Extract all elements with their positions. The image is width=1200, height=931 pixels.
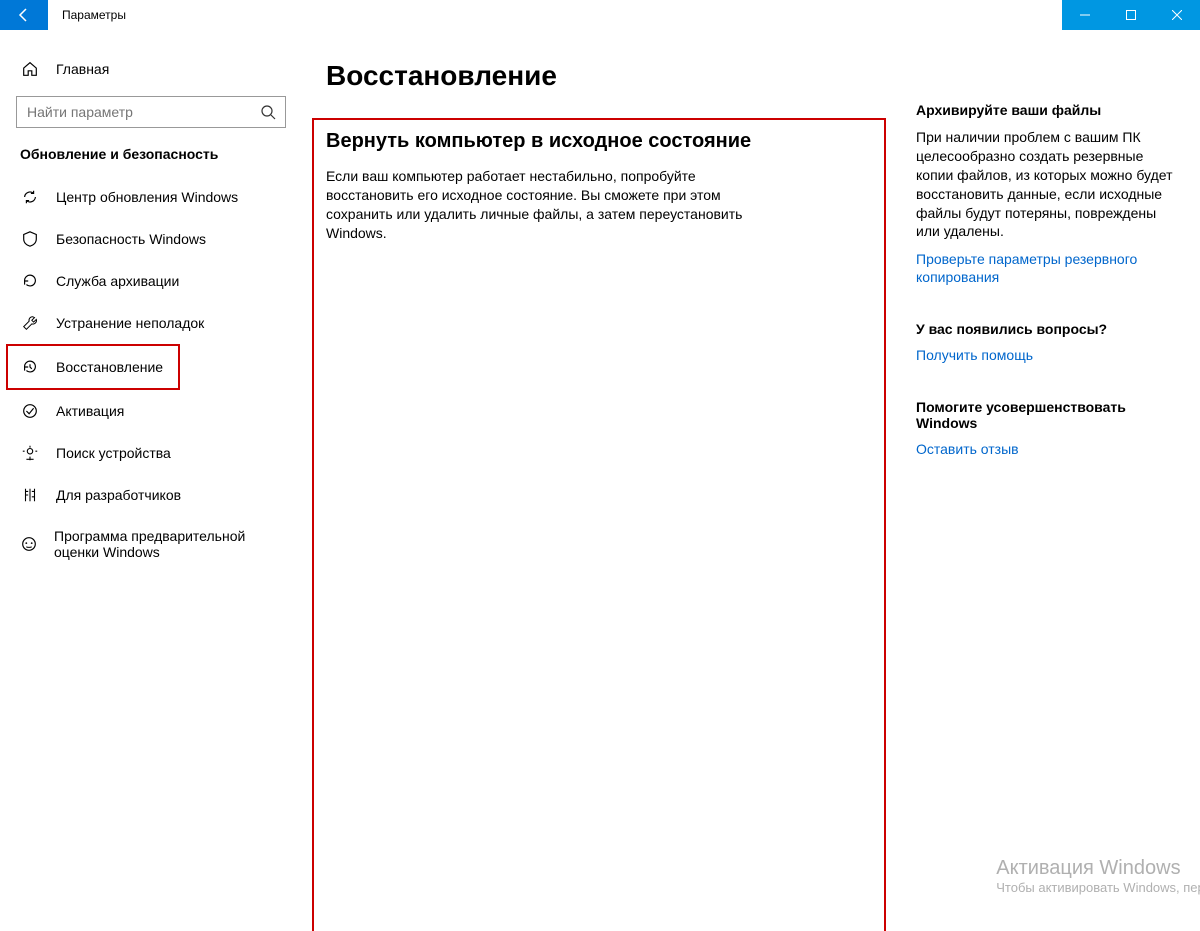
backup-tip-heading: Архивируйте ваши файлы [916, 102, 1176, 118]
sidebar-section-title: Обновление и безопасность [12, 146, 290, 176]
search-input-container[interactable] [16, 96, 286, 128]
reset-description: Если ваш компьютер работает нестабильно,… [326, 167, 766, 931]
get-help-link[interactable]: Получить помощь [916, 347, 1033, 363]
sidebar-item-recovery[interactable]: Восстановление [6, 344, 180, 390]
minimize-button[interactable] [1062, 0, 1108, 30]
question-heading: У вас появились вопросы? [916, 321, 1176, 337]
page-title: Восстановление [326, 60, 886, 92]
backup-icon [20, 272, 40, 290]
reset-pc-section: Вернуть компьютер в исходное состояние Е… [312, 118, 886, 931]
watermark-subtitle: Чтобы активировать Windows, пере [996, 880, 1200, 895]
close-button[interactable] [1154, 0, 1200, 30]
sidebar-item-troubleshoot[interactable]: Устранение неполадок [12, 302, 290, 344]
sidebar-item-windows-update[interactable]: Центр обновления Windows [12, 176, 290, 218]
shield-icon [20, 230, 40, 248]
feedback-link[interactable]: Оставить отзыв [916, 441, 1019, 457]
history-icon [20, 358, 40, 376]
question-block: У вас появились вопросы? Получить помощь [916, 321, 1176, 365]
search-input[interactable] [27, 104, 259, 120]
insider-icon [20, 535, 38, 553]
activation-watermark: Активация Windows Чтобы активировать Win… [996, 857, 1200, 895]
sidebar-item-backup[interactable]: Служба архивации [12, 260, 290, 302]
wrench-icon [20, 314, 40, 332]
sidebar-nav: Центр обновления Windows Безопасность Wi… [12, 176, 290, 572]
sidebar-item-activation[interactable]: Активация [12, 390, 290, 432]
right-panel: Архивируйте ваши файлы При наличии пробл… [916, 60, 1176, 931]
check-circle-icon [20, 402, 40, 420]
sidebar-item-label: Служба архивации [56, 273, 179, 289]
arrow-left-icon [16, 7, 32, 23]
sidebar-item-label: Программа предварительной оценки Windows [54, 528, 282, 560]
sidebar-home-label: Главная [56, 61, 109, 77]
developer-icon [20, 486, 40, 504]
sidebar-item-label: Центр обновления Windows [56, 189, 238, 205]
search-icon [259, 104, 277, 120]
main: Восстановление Вернуть компьютер в исход… [302, 30, 1200, 931]
sidebar-item-label: Для разработчиков [56, 487, 181, 503]
sidebar-home[interactable]: Главная [12, 50, 290, 88]
sidebar-item-insider[interactable]: Программа предварительной оценки Windows [12, 516, 290, 572]
backup-settings-link[interactable]: Проверьте параметры резервного копирован… [916, 251, 1137, 285]
sidebar-item-label: Восстановление [56, 359, 163, 375]
titlebar: Параметры [0, 0, 1200, 30]
sidebar-item-label: Безопасность Windows [56, 231, 206, 247]
sync-icon [20, 188, 40, 206]
sidebar-item-find-device[interactable]: Поиск устройства [12, 432, 290, 474]
window-controls [1062, 0, 1200, 30]
content: Восстановление Вернуть компьютер в исход… [326, 60, 886, 931]
watermark-title: Активация Windows [996, 857, 1200, 880]
maximize-button[interactable] [1108, 0, 1154, 30]
sidebar-item-label: Активация [56, 403, 124, 419]
reset-heading: Вернуть компьютер в исходное состояние [326, 130, 870, 153]
feedback-heading: Помогите усовершенствовать Windows [916, 399, 1176, 431]
sidebar: Главная Обновление и безопасность Центр … [0, 30, 302, 931]
location-icon [20, 444, 40, 462]
feedback-block: Помогите усовершенствовать Windows Остав… [916, 399, 1176, 459]
back-button[interactable] [0, 0, 48, 30]
maximize-icon [1126, 10, 1136, 20]
close-icon [1172, 10, 1182, 20]
home-icon [20, 60, 40, 78]
sidebar-item-security[interactable]: Безопасность Windows [12, 218, 290, 260]
sidebar-item-label: Устранение неполадок [56, 315, 204, 331]
sidebar-item-label: Поиск устройства [56, 445, 171, 461]
minimize-icon [1080, 10, 1090, 20]
window-title: Параметры [48, 0, 126, 30]
sidebar-item-developers[interactable]: Для разработчиков [12, 474, 290, 516]
backup-tip-block: Архивируйте ваши файлы При наличии пробл… [916, 102, 1176, 287]
backup-tip-body: При наличии проблем с вашим ПК целесообр… [916, 128, 1176, 241]
